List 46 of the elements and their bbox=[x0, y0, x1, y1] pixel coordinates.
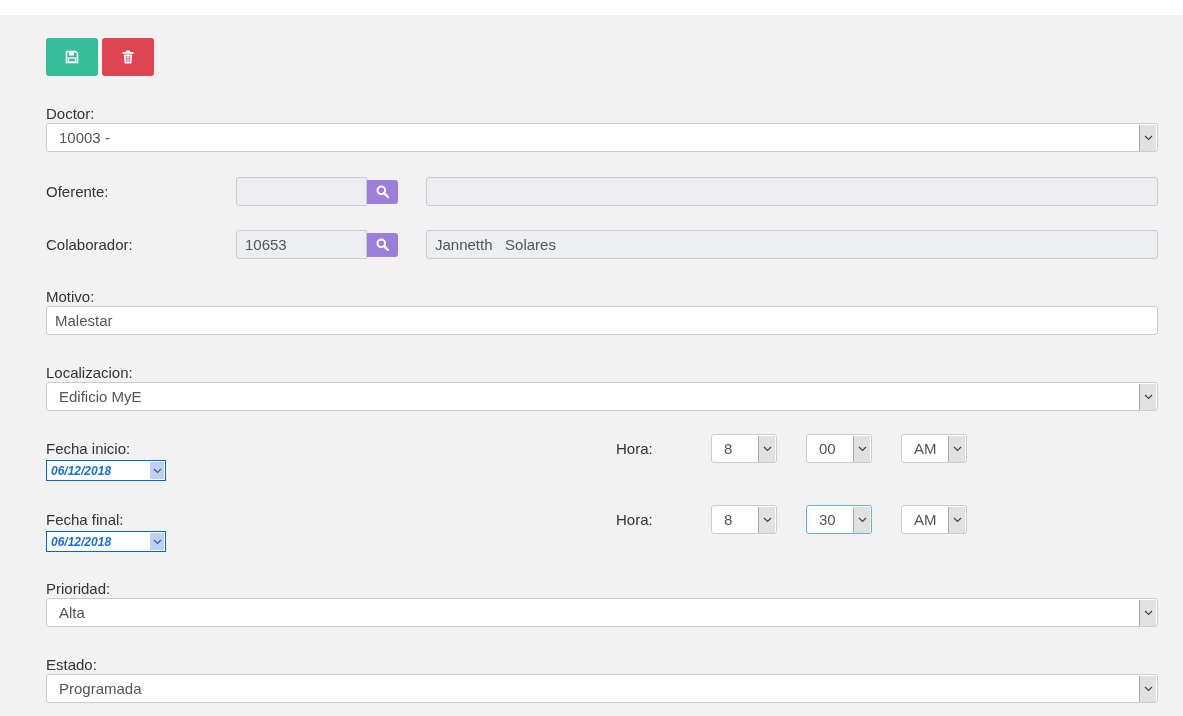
field-label: Fecha inicio: bbox=[46, 439, 131, 458]
time-dropdown[interactable]: 8 bbox=[711, 505, 777, 534]
field-label: Doctor: bbox=[46, 104, 95, 123]
time-dropdown[interactable]: 00 bbox=[806, 434, 872, 463]
field-label: Fecha final: bbox=[46, 510, 124, 529]
caret-icon bbox=[152, 538, 162, 545]
search-button[interactable] bbox=[367, 232, 398, 257]
caret-icon bbox=[1143, 609, 1153, 616]
caret-icon bbox=[1143, 685, 1153, 692]
caret-icon bbox=[762, 516, 772, 523]
search-icon bbox=[376, 238, 389, 251]
code-field[interactable]: 10653 bbox=[236, 230, 367, 259]
field-label: Estado: bbox=[46, 655, 97, 674]
field-label: Hora: bbox=[616, 439, 654, 459]
caret-icon bbox=[762, 445, 772, 452]
caret-icon bbox=[1143, 134, 1153, 141]
field-label: Hora: bbox=[616, 510, 654, 530]
field-label: Colaborador: bbox=[46, 236, 134, 253]
field-label: Motivo: bbox=[46, 287, 95, 306]
caret-icon bbox=[857, 516, 867, 523]
field-label: Localizacion: bbox=[46, 363, 133, 382]
caret-icon bbox=[1143, 393, 1153, 400]
trash-icon bbox=[122, 50, 134, 64]
time-dropdown[interactable]: AM bbox=[901, 434, 967, 463]
dropdown[interactable]: Programada bbox=[46, 674, 1158, 703]
dropdown[interactable]: 10003 - bbox=[46, 123, 1158, 152]
date-picker[interactable]: 06/12/2018 bbox=[46, 460, 166, 481]
field-label: Prioridad: bbox=[46, 579, 111, 598]
dropdown[interactable]: Edificio MyE bbox=[46, 382, 1158, 411]
name-field: Jannetth Solares bbox=[426, 230, 1158, 259]
time-dropdown[interactable]: AM bbox=[901, 505, 967, 534]
caret-icon bbox=[952, 445, 962, 452]
caret-icon bbox=[952, 516, 962, 523]
delete-button[interactable] bbox=[102, 38, 154, 76]
dropdown[interactable]: Alta bbox=[46, 598, 1158, 627]
save-button[interactable] bbox=[46, 38, 98, 76]
time-dropdown[interactable]: 8 bbox=[711, 434, 777, 463]
caret-icon bbox=[857, 445, 867, 452]
caret-icon bbox=[152, 467, 162, 474]
date-picker[interactable]: 06/12/2018 bbox=[46, 531, 166, 552]
field-label: Oferente: bbox=[46, 183, 110, 200]
text-field[interactable]: Malestar bbox=[46, 306, 1158, 335]
search-button[interactable] bbox=[367, 179, 398, 204]
time-dropdown[interactable]: 30 bbox=[806, 505, 872, 534]
code-field[interactable] bbox=[236, 177, 367, 206]
search-icon bbox=[376, 185, 389, 198]
